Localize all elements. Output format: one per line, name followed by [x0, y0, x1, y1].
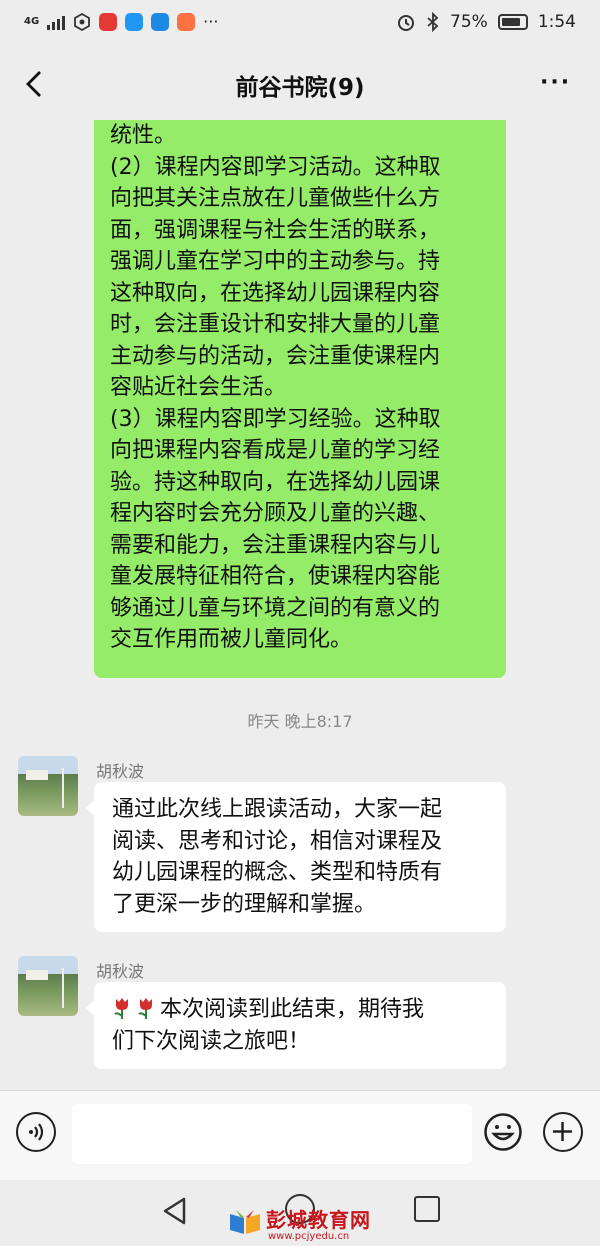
- message-input[interactable]: [72, 1104, 472, 1164]
- signal-icon: [47, 14, 66, 30]
- watermark-logo-icon: [230, 1210, 260, 1234]
- network-type: 4G: [24, 15, 40, 27]
- message-line: 面，强调课程与社会生活的联系，: [110, 217, 441, 243]
- status-right: 75% 1:54: [396, 12, 576, 32]
- message-line: 童发展特征相符合，使课程内容能: [110, 564, 441, 589]
- message-line: 强调儿童在学习中的主动参与。持: [110, 249, 441, 274]
- more-options-button[interactable]: ···: [540, 70, 576, 100]
- message-line: 统性。: [110, 123, 177, 148]
- more-notifications-icon: ···: [203, 12, 219, 31]
- message-line: 时，会注重设计和安排大量的儿童: [110, 312, 441, 337]
- message-line: 向把其关注点放在儿童做些什么方: [110, 186, 441, 211]
- message-timestamp: 昨天 晚上8:17: [247, 712, 353, 731]
- sender-name: 胡秋波: [96, 962, 145, 981]
- chat-header: 前谷书院(9) ···: [0, 48, 600, 120]
- hexagon-app-icon: [74, 12, 91, 31]
- message-line: 这种取向，在选择幼儿园课程内容: [110, 280, 441, 306]
- avatar[interactable]: [18, 756, 78, 816]
- alarm-icon: [398, 15, 415, 31]
- voice-input-button[interactable]: [16, 1112, 56, 1152]
- tulip-icon: [138, 998, 152, 1019]
- message-line: 通过此次线上跟读活动，大家一起: [112, 797, 443, 822]
- chat-messages[interactable]: 统性。 (2）课程内容即学习活动。这种取 向把其关注点放在儿童做些什么方 面，强…: [0, 120, 600, 1090]
- message-line: 主动参与的活动，会注重使课程内: [110, 343, 441, 369]
- watermark-name: 彭城教育网: [266, 1208, 371, 1232]
- message-line: 容贴近社会生活。: [110, 375, 287, 400]
- message-line: 程内容时会充分顾及儿童的兴趣、: [110, 501, 441, 526]
- message-line-1: 本次阅读到此结束，期待我: [112, 994, 488, 1026]
- message-line: 了更深一步的理解和掌握。: [112, 891, 377, 917]
- plus-icon: [553, 1122, 572, 1141]
- message-line-2: 们下次阅读之旅吧！: [112, 1028, 311, 1054]
- play-app-icon: [177, 12, 196, 31]
- message-line: 幼儿园课程的概念、类型和特质有: [112, 860, 443, 885]
- message-line: 够通过儿童与环境之间的有意义的: [110, 595, 441, 621]
- sent-message-bubble[interactable]: 统性。 (2）课程内容即学习活动。这种取 向把其关注点放在儿童做些什么方 面，强…: [94, 120, 506, 678]
- chat-title: 前谷书院(9): [235, 75, 365, 101]
- message-line: 交互作用而被儿童同化。: [110, 627, 353, 652]
- sender-name: 胡秋波: [96, 762, 145, 781]
- tulip-icon: [114, 998, 128, 1019]
- watermark-url: www.pcjyedu.cn: [268, 1231, 350, 1242]
- input-bar: [0, 1090, 600, 1181]
- received-message-bubble[interactable]: 通过此次线上跟读活动，大家一起 阅读、思考和讨论，相信对课程及 幼儿园课程的概念…: [86, 782, 506, 932]
- battery-percent: 75%: [450, 12, 488, 32]
- received-message-bubble[interactable]: 本次阅读到此结束，期待我 们下次阅读之旅吧！: [86, 982, 506, 1069]
- system-back-icon[interactable]: [160, 1196, 190, 1226]
- message-line: 验。持这种取向，在选择幼儿园课: [110, 469, 441, 495]
- status-bar: 4G ··· 75% 1:54: [0, 0, 600, 48]
- emoji-icon[interactable]: [483, 1112, 523, 1152]
- clock: 1:54: [537, 12, 576, 32]
- message-line: 向把课程内容看成是儿童的学习经: [110, 438, 441, 463]
- message-line: 需要和能力，会注重课程内容与儿: [110, 532, 441, 558]
- message-text: 本次阅读到此结束，期待我: [160, 997, 425, 1022]
- bluetooth-icon: [427, 12, 439, 32]
- bulb-app-icon: [151, 12, 170, 31]
- status-left: 4G ···: [24, 12, 218, 31]
- battery-icon: [497, 14, 528, 30]
- search-app-icon: [125, 12, 144, 31]
- add-attachment-button[interactable]: [543, 1112, 583, 1152]
- red-app-icon: [99, 12, 118, 31]
- message-line: 阅读、思考和讨论，相信对课程及: [112, 828, 443, 854]
- watermark: 彭城教育网 www.pcjyedu.cn: [228, 1204, 378, 1244]
- system-recents-button[interactable]: [414, 1196, 440, 1222]
- voice-icon: [29, 1123, 44, 1141]
- message-line: (3）课程内容即学习经验。这种取: [110, 406, 441, 432]
- avatar[interactable]: [18, 956, 78, 1016]
- message-line: (2）课程内容即学习活动。这种取: [110, 154, 441, 180]
